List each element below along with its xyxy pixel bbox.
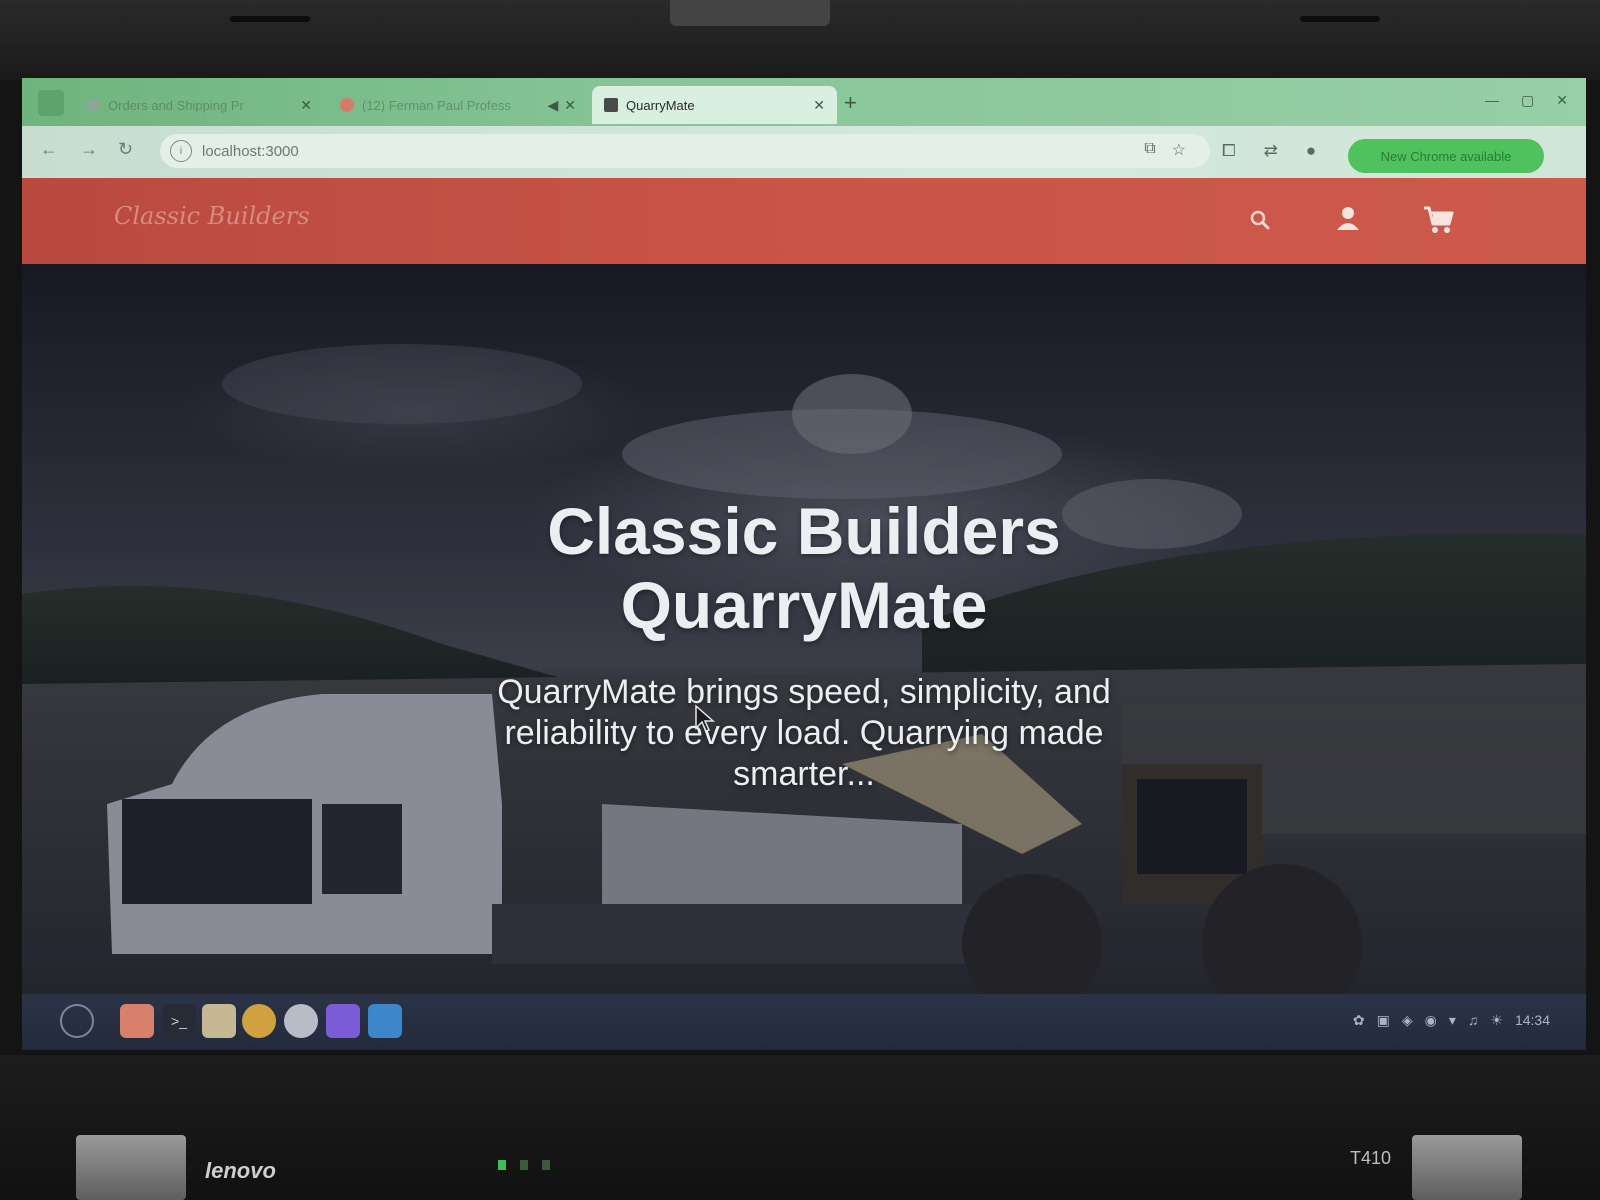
mouse-cursor-icon — [695, 704, 715, 732]
hero-text-block: Classic Builders QuarryMate QuarryMate b… — [354, 494, 1254, 795]
site-info-icon[interactable]: i — [170, 140, 192, 162]
browser-tab-quarrymate[interactable]: QuarryMate ✕ — [592, 86, 837, 124]
status-leds — [498, 1160, 550, 1170]
window-controls: — ▢ ✕ — [1485, 92, 1568, 109]
tab-title: Orders and Shipping Pr — [108, 97, 244, 113]
intellij-icon[interactable] — [326, 1004, 360, 1038]
extensions-icon[interactable]: ⧠ — [1222, 141, 1236, 161]
user-account-icon[interactable] — [1334, 204, 1362, 234]
hero-title: Classic Builders QuarryMate — [354, 494, 1254, 642]
new-tab-button[interactable]: + — [844, 90, 857, 116]
youtube-icon — [340, 98, 354, 112]
laptop-top-bezel — [0, 0, 1600, 80]
wifi-icon[interactable]: ▾ — [1449, 1012, 1456, 1029]
bookmark-star-icon[interactable]: ☆ — [1172, 140, 1186, 160]
system-tray: ✿ ▣ ◈ ◉ ▾ ♫ ☀ 14:34 — [1353, 1012, 1550, 1029]
network-icon[interactable]: ✿ — [1353, 1012, 1365, 1029]
hero-title-line1: Classic Builders — [547, 494, 1061, 568]
hinge-left — [76, 1135, 186, 1200]
vscode-icon[interactable] — [368, 1004, 402, 1038]
update-button-label: New Chrome available — [1380, 148, 1512, 164]
site-brand-logo[interactable]: Classic Builders — [114, 202, 310, 230]
browser-tab-profile[interactable]: (12) Ferman Paul Profess ◀ ✕ — [328, 86, 588, 124]
start-menu-icon[interactable] — [60, 1004, 94, 1038]
lenovo-logo: lenovo — [205, 1158, 276, 1183]
tab-title: QuarryMate — [626, 97, 695, 113]
reload-icon[interactable]: ↻ — [118, 139, 133, 160]
terminal-icon[interactable]: >_ — [162, 1004, 196, 1038]
tab-title: (12) Ferman Paul Profess — [362, 97, 511, 113]
volume-icon[interactable]: ♫ — [1468, 1012, 1479, 1029]
profile-avatar-icon[interactable]: ● — [1306, 141, 1316, 161]
back-icon[interactable]: ← — [40, 139, 58, 160]
settings-icon[interactable] — [284, 1004, 318, 1038]
hero-title-line2: QuarryMate — [620, 568, 988, 642]
clock[interactable]: 14:34 — [1515, 1012, 1550, 1029]
maximize-icon[interactable]: ▢ — [1521, 92, 1534, 109]
speaker-icon: ◀ — [547, 96, 559, 113]
close-icon[interactable]: ✕ — [564, 97, 576, 114]
shield-icon[interactable]: ◈ — [1402, 1012, 1413, 1029]
search-icon[interactable] — [1248, 208, 1272, 232]
bezel-slot-right — [1300, 16, 1380, 22]
bezel-slot-left — [230, 16, 310, 22]
address-bar[interactable]: i localhost:3000 ⧉ ☆ — [160, 134, 1210, 168]
laptop-screen: Orders and Shipping Pr ✕ (12) Ferman Pau… — [22, 78, 1586, 1050]
browser-toolbar: ← → ↻ i localhost:3000 ⧉ ☆ ⧠ ⇄ ● New Chr… — [22, 126, 1586, 178]
forward-icon[interactable]: → — [80, 139, 98, 160]
site-favicon-icon — [604, 98, 618, 112]
software-center-icon[interactable] — [120, 1004, 154, 1038]
browser-tab-strip: Orders and Shipping Pr ✕ (12) Ferman Pau… — [22, 78, 1586, 126]
chrome-icon[interactable] — [242, 1004, 276, 1038]
cast-icon[interactable]: ⧉ — [1144, 140, 1155, 160]
shopping-cart-icon[interactable] — [1422, 204, 1456, 236]
tab-favicon-icon — [86, 98, 100, 112]
close-window-icon[interactable]: ✕ — [1556, 92, 1568, 109]
minimize-icon[interactable]: — — [1485, 92, 1499, 109]
translate-icon[interactable]: ⇄ — [1264, 141, 1278, 161]
chrome-update-button[interactable]: New Chrome available — [1348, 139, 1544, 173]
webcam-housing — [670, 0, 830, 26]
hero-section: Classic Builders QuarryMate QuarryMate b… — [22, 264, 1586, 994]
model-label: T410 — [1350, 1148, 1392, 1168]
hero-subtitle: QuarryMate brings speed, simplicity, and… — [497, 673, 1111, 793]
hinge-right — [1412, 1135, 1522, 1200]
os-taskbar: >_ ✿ ▣ ◈ ◉ ▾ ♫ ☀ 14:34 — [22, 994, 1586, 1050]
browser-tab-orders[interactable]: Orders and Shipping Pr ✕ — [74, 86, 324, 124]
clipboard-icon[interactable]: ▣ — [1377, 1012, 1390, 1029]
browser-apps-button[interactable] — [38, 90, 64, 116]
close-icon[interactable]: ✕ — [300, 97, 312, 114]
address-url[interactable]: localhost:3000 — [202, 143, 299, 160]
brightness-icon[interactable]: ☀ — [1490, 1012, 1503, 1029]
close-icon[interactable]: ✕ — [813, 97, 825, 114]
updates-icon[interactable]: ◉ — [1425, 1012, 1437, 1029]
site-navbar: Classic Builders — [22, 178, 1586, 264]
file-manager-icon[interactable] — [202, 1004, 236, 1038]
